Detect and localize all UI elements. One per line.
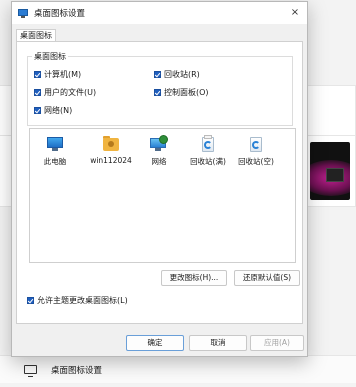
list-item-user-folder[interactable]: win112024 <box>88 135 134 165</box>
desktop-settings-icon <box>18 8 28 18</box>
checkbox-checked-icon <box>34 107 41 114</box>
tab-panel: 桌面图标 计算机(M) 回收站(R) 用户的文件(U) 控制面板(O) 网络(N… <box>16 41 303 324</box>
desktop-icon-settings-link[interactable]: 桌面图标设置 <box>0 355 356 383</box>
restore-default-button[interactable]: 还原默认值(S) <box>234 270 300 286</box>
checkbox-user-files[interactable]: 用户的文件(U) <box>34 87 96 98</box>
list-item-recycle-bin-empty[interactable]: 回收站(空) <box>233 135 279 167</box>
checkbox-checked-icon <box>154 89 161 96</box>
cancel-button[interactable]: 取消 <box>189 335 247 351</box>
apply-button[interactable]: 应用(A) <box>250 335 304 351</box>
checkbox-allow-themes[interactable]: 允许主题更改桌面图标(L) <box>27 295 128 306</box>
change-icon-button[interactable]: 更改图标(H)... <box>161 270 227 286</box>
checkbox-checked-icon <box>27 297 34 304</box>
checkbox-computer[interactable]: 计算机(M) <box>34 69 81 80</box>
recycle-bin-full-icon <box>199 135 217 153</box>
list-item-this-pc[interactable]: 此电脑 <box>32 135 78 167</box>
close-button[interactable]: × <box>287 5 303 21</box>
list-item-recycle-bin-full[interactable]: 回收站(满) <box>185 135 231 167</box>
desktop-icon-list[interactable]: 此电脑 win112024 网络 回收站(满) 回收站(空) <box>29 128 296 263</box>
checkbox-checked-icon <box>34 71 41 78</box>
checkbox-checked-icon <box>34 89 41 96</box>
checkbox-checked-icon <box>154 71 161 78</box>
list-item-network[interactable]: 网络 <box>136 135 182 167</box>
monitor-icon <box>46 135 64 153</box>
theme-preview-thumbnail[interactable] <box>310 142 350 200</box>
recycle-bin-empty-icon <box>247 135 265 153</box>
desktop-icon-settings-dialog: 桌面图标设置 × 桌面图标 桌面图标 计算机(M) 回收站(R) 用户的文件(U… <box>11 1 308 357</box>
dialog-title: 桌面图标设置 <box>34 9 86 19</box>
desktop-icon-settings-label: 桌面图标设置 <box>51 365 103 376</box>
dialog-titlebar[interactable]: 桌面图标设置 × <box>12 2 307 24</box>
group-label: 桌面图标 <box>32 51 68 62</box>
desktop-icons-groupbox: 桌面图标 计算机(M) 回收站(R) 用户的文件(U) 控制面板(O) 网络(N… <box>27 51 293 126</box>
monitor-icon <box>24 365 37 377</box>
user-folder-icon <box>102 135 120 153</box>
network-icon <box>150 135 168 153</box>
theme-preview-window <box>326 168 344 182</box>
checkbox-control-panel[interactable]: 控制面板(O) <box>154 87 209 98</box>
checkbox-recycle-bin[interactable]: 回收站(R) <box>154 69 200 80</box>
checkbox-network[interactable]: 网络(N) <box>34 105 72 116</box>
ok-button[interactable]: 确定 <box>126 335 184 351</box>
